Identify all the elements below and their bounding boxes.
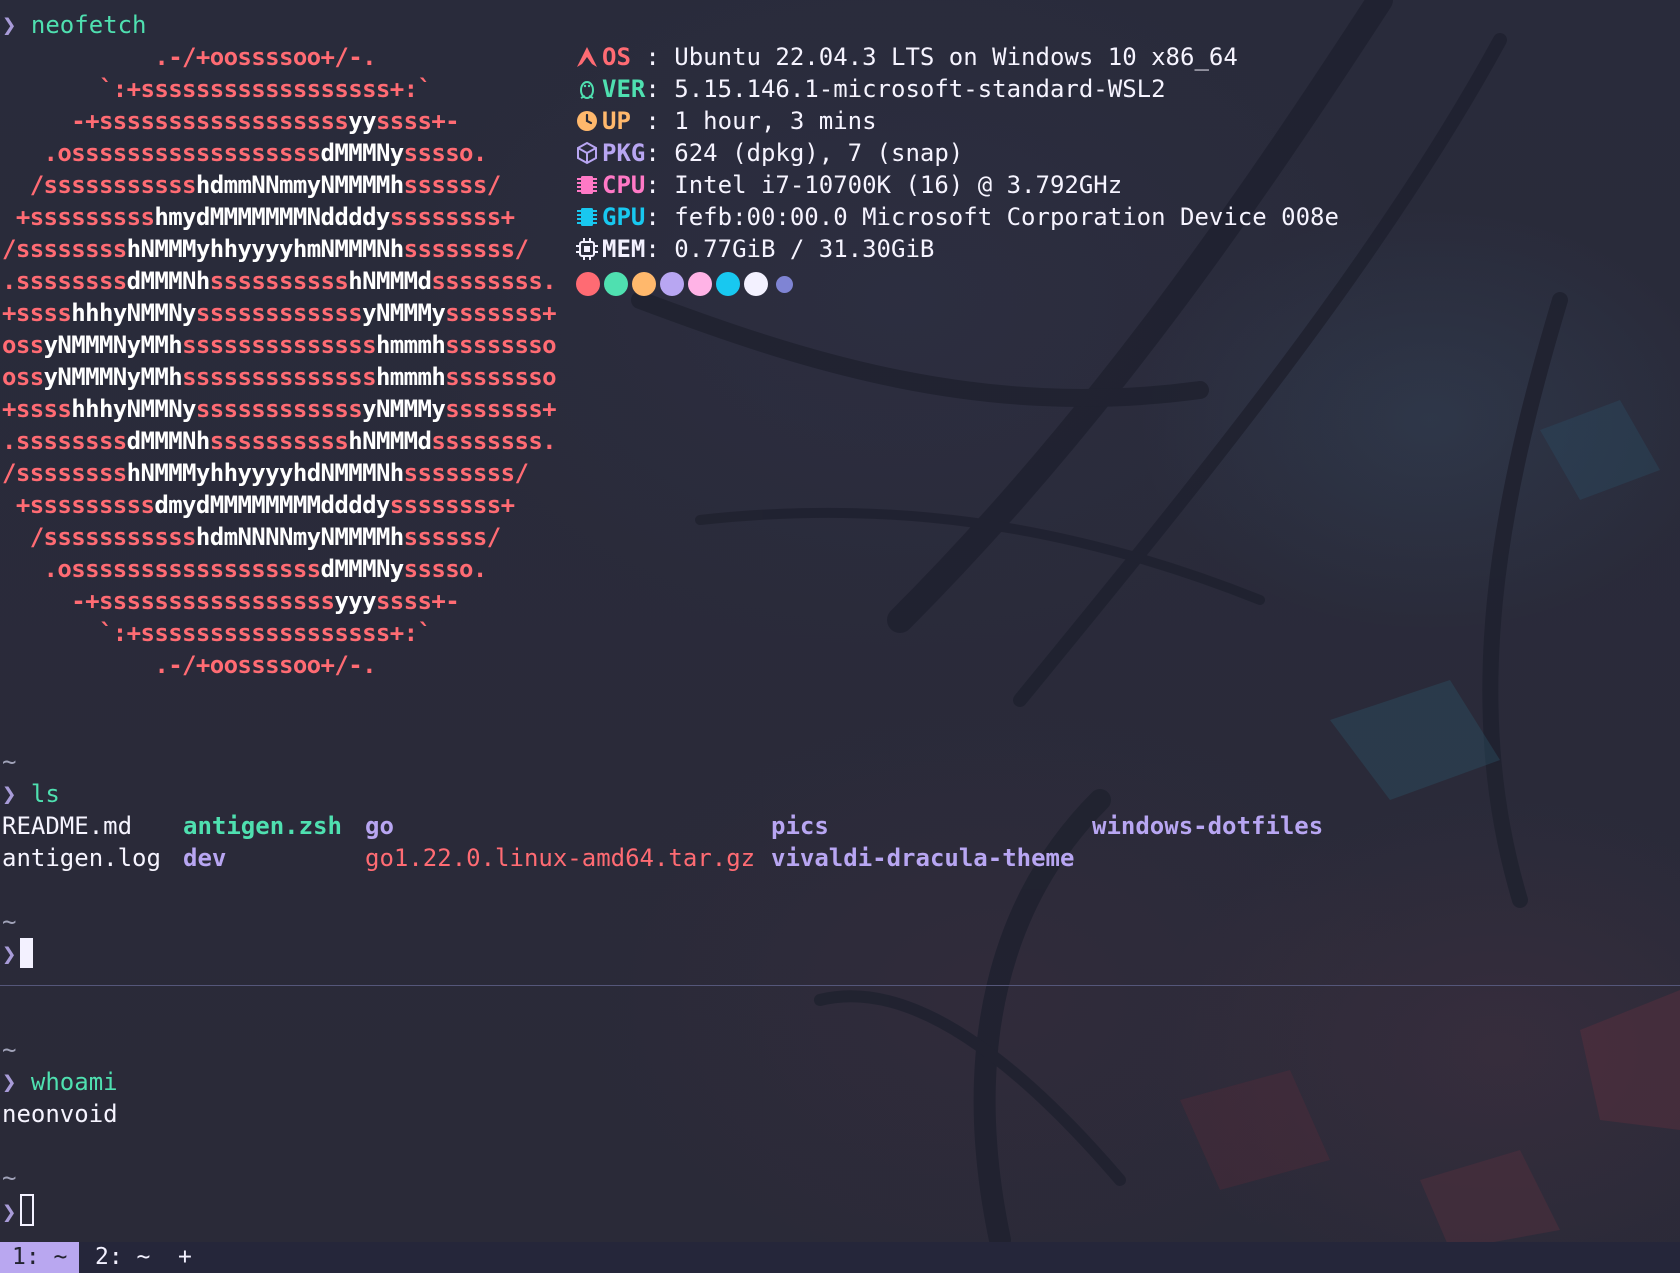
ascii-logo-line: `:+ssssssssssssssssss+:` (2, 75, 432, 103)
info-value: 624 (dpkg), 7 (snap) (674, 139, 964, 167)
color-swatch (604, 272, 628, 296)
prompt-symbol: ❯ (2, 940, 17, 968)
tab-2[interactable]: 2: ~ (83, 1242, 162, 1273)
cpu-icon (575, 173, 599, 197)
ascii-logo-line: ossyNMMMNyMMhsssssssssssssshmmmhssssssso (2, 331, 557, 359)
prompt-line-whoami: ❯ whoami (2, 1066, 118, 1098)
ascii-logo-line: +ssssssssshmydMMMMMMMNddddyssssssss+ (2, 203, 515, 231)
info-key: UP (602, 107, 646, 135)
info-value: 5.15.146.1-microsoft-standard-WSL2 (674, 75, 1166, 103)
color-swatch (775, 275, 793, 293)
ascii-logo-line: .ssssssssdMMMNhsssssssssshNMMMdssssssss. (2, 267, 557, 295)
command-text: ls (30, 780, 60, 808)
whoami-output: neonvoid (2, 1100, 118, 1128)
ls-entry: go1.22.0.linux-amd64.tar.gz (365, 844, 756, 872)
color-swatch (744, 272, 768, 296)
ascii-logo-line: /ssssssssssshdmmNNmmyNMMMMhssssss/ (2, 171, 502, 199)
ascii-logo-line: ossyNMMMNyMMhsssssssssssssshmmmhssssssso (2, 363, 557, 391)
ascii-logo-line: /sssssssshNMMMyhhyyyyhmNMMMNhssssssss/ (2, 235, 529, 263)
clock-icon (575, 109, 599, 133)
text-cursor[interactable] (20, 938, 34, 968)
ascii-logo-line: .ossssssssssssssssssdMMMNysssso. (2, 139, 488, 167)
prompt-symbol: ❯ (2, 1198, 17, 1226)
cwd-tilde: ~ (2, 1164, 17, 1192)
ascii-logo-line: .ossssssssssssssssssdMMMNysssso. (2, 555, 488, 583)
info-separator: : (645, 139, 675, 167)
ascii-logo-line: .-/+oossssoo+/-. (2, 651, 376, 679)
ascii-logo-line: -+sssssssssssssssssyyyssss+- (2, 587, 460, 615)
ascii-logo-line: .ssssssssdMMMNhsssssssssshNMMMdssssssss. (2, 427, 557, 455)
cwd-tilde: ~ (2, 748, 17, 776)
ascii-logo-line: -+ssssssssssssssssssyyssss+- (2, 107, 460, 135)
ascii-logo-line: /ssssssssssshdmNNNNmyNMMMMhssssss/ (2, 523, 502, 551)
ls-entry: antigen.log (2, 844, 161, 872)
info-row-cpu: CPU: Intel i7-10700K (16) @ 3.792GHz (575, 169, 1122, 201)
color-swatch (576, 272, 600, 296)
ascii-logo-line: /sssssssshNMMMyhhyyyyhdNMMMNhssssssss/ (2, 459, 529, 487)
package-icon (575, 141, 599, 165)
ls-entry: windows-dotfiles (1092, 812, 1324, 840)
color-swatch (688, 272, 712, 296)
info-value: 1 hour, 3 mins (674, 107, 877, 135)
terminal-window[interactable]: ❯ neofetch .-/+oossssoo+/-. `:+sssssssss… (0, 0, 1680, 1273)
info-separator: : (645, 107, 675, 135)
ls-entry: go (365, 812, 394, 840)
text-cursor-inactive[interactable] (20, 1194, 35, 1226)
prompt-symbol: ❯ (2, 1068, 17, 1096)
ascii-logo-line: .-/+oossssoo+/-. (2, 43, 376, 71)
tux-icon (575, 77, 599, 101)
arch-icon (575, 45, 599, 69)
info-key: PKG (602, 139, 646, 167)
info-key: OS (602, 43, 646, 71)
cwd-tilde: ~ (2, 1036, 17, 1064)
info-separator: : (645, 235, 675, 263)
info-value: Intel i7-10700K (16) @ 3.792GHz (674, 171, 1123, 199)
info-separator: : (645, 75, 675, 103)
ascii-logo-line: +sssssssssdmydMMMMMMMMddddyssssssss+ (2, 491, 515, 519)
cwd-tilde: ~ (2, 908, 17, 936)
info-row-mem: MEM: 0.77GiB / 31.30GiB (575, 233, 934, 265)
info-row-gpu: GPU: fefb:00:00.0 Microsoft Corporation … (575, 201, 1339, 233)
info-separator: : (645, 203, 675, 231)
info-value: Ubuntu 22.04.3 LTS on Windows 10 x86_64 (674, 43, 1238, 71)
prompt-symbol: ❯ (2, 780, 17, 808)
info-key: VER (602, 75, 646, 103)
info-row-up: UP : 1 hour, 3 mins (575, 105, 877, 137)
color-swatch (716, 272, 740, 296)
ls-entry: README.md (2, 812, 133, 840)
ls-entry: pics (771, 812, 829, 840)
info-value: 0.77GiB / 31.30GiB (674, 235, 935, 263)
ascii-logo-line: +sssshhhyNMMNyssssssssssssyNMMMysssssss+ (2, 395, 557, 423)
prompt-line-neofetch: ❯ neofetch (2, 9, 147, 41)
command-text: neofetch (30, 11, 147, 39)
tmux-status-bar: 1: ~ 2: ~ + (0, 1242, 1680, 1273)
memory-icon (575, 237, 599, 261)
pane-divider[interactable] (0, 985, 1680, 986)
info-row-pkg: PKG: 624 (dpkg), 7 (snap) (575, 137, 963, 169)
gpu-icon (575, 205, 599, 229)
ls-entry: vivaldi-dracula-theme (771, 844, 1075, 872)
info-row-ver: VER: 5.15.146.1-microsoft-standard-WSL2 (575, 73, 1166, 105)
prompt-symbol: ❯ (2, 11, 17, 39)
color-swatch (632, 272, 656, 296)
info-separator: : (645, 171, 675, 199)
color-swatch (660, 272, 684, 296)
prompt-line-ls: ❯ ls (2, 778, 60, 810)
info-key: MEM (602, 235, 646, 263)
new-tab-button[interactable]: + (166, 1242, 204, 1273)
info-value: fefb:00:00.0 Microsoft Corporation Devic… (674, 203, 1339, 231)
command-text: whoami (30, 1068, 118, 1096)
info-row-os: OS : Ubuntu 22.04.3 LTS on Windows 10 x8… (575, 41, 1238, 73)
tab-1[interactable]: 1: ~ (0, 1242, 80, 1273)
info-separator: : (645, 43, 675, 71)
ascii-logo-line: +sssshhhyNMMNyssssssssssssyNMMMysssssss+ (2, 299, 557, 327)
prompt-line-active[interactable]: ❯ (2, 938, 34, 970)
info-key: GPU (602, 203, 646, 231)
prompt-line-inactive[interactable]: ❯ (2, 1194, 35, 1226)
info-key: CPU (602, 171, 646, 199)
ascii-logo-line: `:+ssssssssssssssssss+:` (2, 619, 432, 647)
ls-entry: antigen.zsh (183, 812, 342, 840)
ls-entry: dev (183, 844, 227, 872)
